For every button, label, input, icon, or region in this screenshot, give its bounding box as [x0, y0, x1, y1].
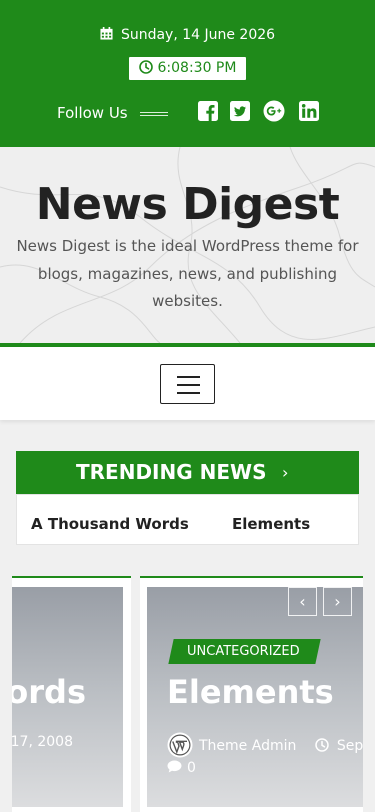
category-label: UNCATEGORIZED — [187, 644, 300, 659]
clock-icon — [315, 738, 329, 752]
site-title[interactable]: News Digest — [0, 179, 375, 231]
post-card-title[interactable]: A Thousand Words — [12, 673, 86, 711]
wordpress-avatar-icon — [167, 732, 193, 758]
category-tag[interactable]: UNCATEGORIZED — [168, 639, 321, 664]
follow-divider — [140, 112, 168, 116]
twitter-square-icon[interactable] — [229, 100, 251, 122]
trending-header: TRENDING NEWS › — [16, 451, 359, 494]
google-plus-icon[interactable] — [263, 100, 285, 122]
trending-item[interactable]: A Thousand Words — [31, 495, 189, 544]
post-card[interactable]: ‹ › UNCATEGORIZED Elements Theme Admin S… — [140, 576, 363, 812]
post-card[interactable]: A Thousand Words July 17, 2008 — [12, 576, 131, 812]
site-header: News Digest News Digest is the ideal Wor… — [0, 147, 375, 343]
post-author[interactable]: Theme Admin — [199, 738, 296, 754]
chevron-left-icon[interactable]: ‹ — [288, 587, 317, 616]
hamburger-line — [177, 384, 200, 386]
date-text: Sunday, 14 June 2026 — [120, 27, 276, 43]
clock-icon — [138, 60, 153, 74]
post-card-image[interactable]: ‹ › UNCATEGORIZED Elements Theme Admin S… — [147, 587, 363, 807]
hamburger-icon — [177, 376, 200, 378]
facebook-square-icon[interactable] — [197, 100, 219, 122]
menu-toggle-button[interactable] — [160, 364, 215, 404]
follow-us-label: Follow Us — [57, 104, 128, 122]
main-navigation — [0, 347, 375, 420]
site-description: News Digest is the ideal WordPress theme… — [16, 237, 359, 310]
date-display: Sunday, 14 June 2026 — [0, 25, 375, 45]
comment-count: 0 — [187, 760, 196, 776]
top-bar: Sunday, 14 June 2026 6:08:30 PM Follow U… — [0, 0, 375, 147]
post-date: September — [336, 738, 363, 754]
comment-icon — [167, 760, 182, 773]
chevron-right-icon: › — [282, 463, 289, 482]
post-card-image[interactable]: A Thousand Words July 17, 2008 — [12, 587, 123, 807]
post-card-date: July 17, 2008 — [12, 734, 73, 750]
hamburger-line — [177, 392, 200, 394]
post-card-title[interactable]: Elements — [167, 673, 334, 711]
linkedin-icon[interactable] — [298, 100, 320, 122]
calendar-icon — [100, 27, 113, 40]
post-comments[interactable]: 0 — [167, 760, 196, 776]
time-text: 6:08:30 PM — [157, 60, 237, 76]
trending-ticker: A Thousand Words Elements — [16, 494, 359, 545]
trending-title: TRENDING NEWS — [76, 460, 267, 484]
post-card-meta: Theme Admin September — [167, 732, 363, 758]
trending-item[interactable]: Elements — [232, 495, 310, 544]
chevron-right-icon[interactable]: › — [323, 587, 352, 616]
time-display: 6:08:30 PM — [129, 57, 246, 80]
